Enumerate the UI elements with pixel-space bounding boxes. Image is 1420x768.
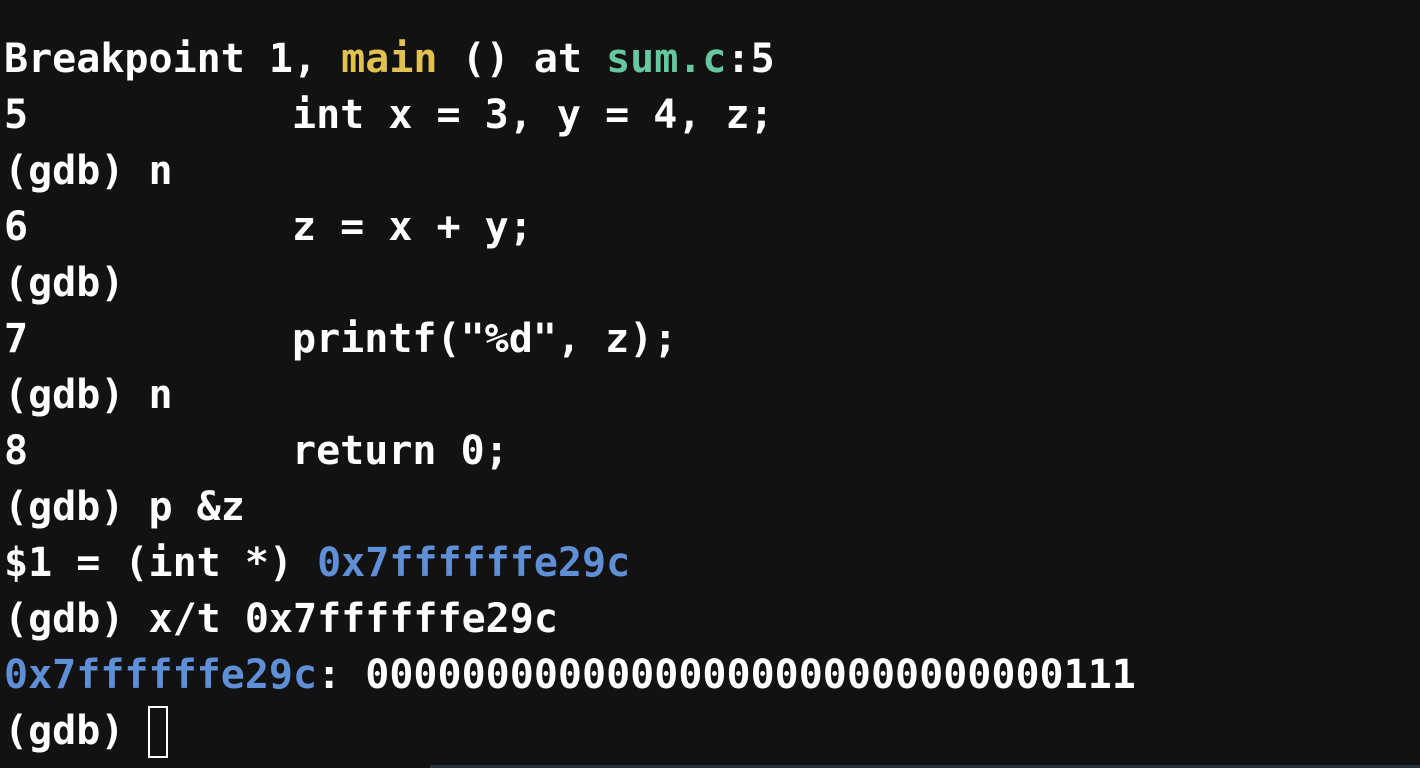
gdb-input-line[interactable]: (gdb) <box>4 703 1420 759</box>
gdb-command-line: (gdb) n <box>4 367 1420 423</box>
gdb-prompt: (gdb) <box>4 708 125 754</box>
print-result-prefix: $1 = (int *) <box>4 540 318 586</box>
gdb-prompt: (gdb) <box>4 596 125 642</box>
breakpoint-line-number: :5 <box>726 36 775 82</box>
source-line-number: 5 <box>4 92 29 138</box>
gdb-command-line: (gdb) n <box>4 143 1420 199</box>
gdb-command-line: (gdb) x/t 0x7ffffffe29c <box>4 591 1420 647</box>
source-line: 6 z = x + y; <box>4 199 1420 255</box>
breakpoint-mid: () at <box>437 36 607 82</box>
gdb-command: n <box>124 372 173 418</box>
gdb-command-line: (gdb) p &z <box>4 479 1420 535</box>
gdb-command: p &z <box>124 484 245 530</box>
gdb-command: x/t 0x7ffffffe29c <box>124 596 558 642</box>
source-code: z = x + y; <box>292 204 533 250</box>
examine-result-line: 0x7ffffffe29c: 0000000000000000000000000… <box>4 647 1420 703</box>
breakpoint-line: Breakpoint 1, main () at sum.c:5 <box>4 31 1420 87</box>
pointer-address: 0x7ffffffe29c <box>317 540 631 586</box>
gdb-prompt: (gdb) <box>4 372 125 418</box>
function-name: main <box>341 36 438 82</box>
source-line-number: 8 <box>4 428 29 474</box>
gdb-command-line: (gdb) <box>4 255 1420 311</box>
source-line-number: 6 <box>4 204 29 250</box>
terminal-window[interactable]: Breakpoint 1, main () at sum.c:5 5 int x … <box>0 0 1420 768</box>
memory-address: 0x7ffffffe29c <box>4 652 318 698</box>
examine-separator: : <box>317 652 366 698</box>
source-line: 5 int x = 3, y = 4, z; <box>4 87 1420 143</box>
source-line-number: 7 <box>4 316 29 362</box>
source-code: return 0; <box>292 428 509 474</box>
source-line: 7 printf("%d", z); <box>4 311 1420 367</box>
gdb-prompt: (gdb) <box>4 148 125 194</box>
source-code: printf("%d", z); <box>292 316 678 362</box>
print-result-line: $1 = (int *) 0x7ffffffe29c <box>4 535 1420 591</box>
source-code: int x = 3, y = 4, z; <box>292 92 774 138</box>
breakpoint-prefix: Breakpoint 1, <box>4 36 342 82</box>
text-cursor <box>148 706 169 758</box>
source-line: 8 return 0; <box>4 423 1420 479</box>
source-file-name: sum.c <box>606 36 727 82</box>
gdb-prompt: (gdb) <box>4 484 125 530</box>
gdb-prompt: (gdb) <box>4 260 125 306</box>
gdb-command: n <box>124 148 173 194</box>
binary-value: 00000000000000000000000000000111 <box>365 652 1136 698</box>
